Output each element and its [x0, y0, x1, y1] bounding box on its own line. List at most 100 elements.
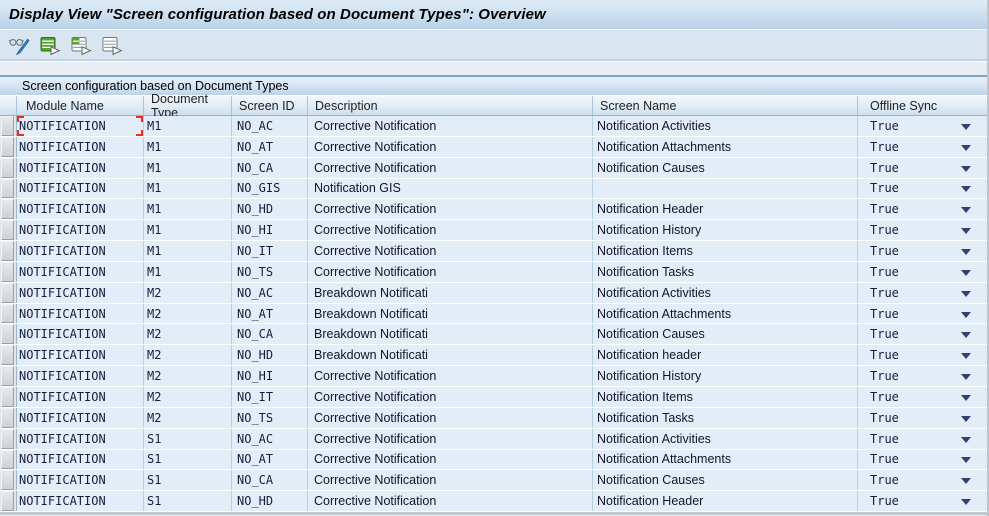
cell-screen-id[interactable]: NO_HD	[232, 199, 308, 219]
cell-description[interactable]: Breakdown Notificati	[308, 345, 593, 365]
cell-document-type[interactable]: M2	[144, 366, 232, 386]
deselect-all-icon[interactable]	[101, 35, 123, 57]
cell-module-name[interactable]: NOTIFICATION	[17, 470, 144, 490]
cell-screen-id[interactable]: NO_AC	[232, 283, 308, 303]
cell-description[interactable]: Corrective Notification	[308, 137, 593, 157]
cell-module-name[interactable]: NOTIFICATION	[17, 241, 144, 261]
cell-screen-name[interactable]: Notification Causes	[593, 470, 858, 490]
cell-module-name[interactable]: NOTIFICATION	[17, 158, 144, 178]
cell-document-type[interactable]: M1	[144, 116, 232, 136]
cell-offline-sync[interactable]: True	[858, 116, 987, 136]
cell-module-name[interactable]: NOTIFICATION	[17, 450, 144, 470]
row-selector[interactable]	[0, 158, 17, 178]
row-selector-button[interactable]	[1, 470, 14, 490]
chevron-down-icon[interactable]	[961, 312, 971, 318]
chevron-down-icon[interactable]	[961, 124, 971, 130]
column-header-screen-id[interactable]: Screen ID	[232, 96, 308, 115]
cell-description[interactable]: Corrective Notification	[308, 491, 593, 511]
chevron-down-icon[interactable]	[961, 249, 971, 255]
cell-offline-sync[interactable]: True	[858, 220, 987, 240]
cell-document-type[interactable]: M1	[144, 199, 232, 219]
row-selector-button[interactable]	[1, 241, 14, 261]
cell-screen-name[interactable]	[593, 179, 858, 199]
cell-module-name[interactable]: NOTIFICATION	[17, 262, 144, 282]
cell-screen-name[interactable]: Notification History	[593, 220, 858, 240]
cell-description[interactable]: Corrective Notification	[308, 116, 593, 136]
cell-screen-name[interactable]: Notification Items	[593, 241, 858, 261]
cell-offline-sync[interactable]: True	[858, 241, 987, 261]
cell-document-type[interactable]: M1	[144, 220, 232, 240]
row-selector[interactable]	[0, 324, 17, 344]
cell-document-type[interactable]: M2	[144, 387, 232, 407]
chevron-down-icon[interactable]	[961, 374, 971, 380]
cell-offline-sync[interactable]: True	[858, 450, 987, 470]
cell-module-name[interactable]: NOTIFICATION	[17, 387, 144, 407]
chevron-down-icon[interactable]	[961, 186, 971, 192]
cell-screen-name[interactable]: Notification Header	[593, 491, 858, 511]
row-selector-button[interactable]	[1, 345, 14, 365]
row-selector-button[interactable]	[1, 491, 14, 511]
row-selector[interactable]	[0, 408, 17, 428]
cell-document-type[interactable]: S1	[144, 491, 232, 511]
row-selector[interactable]	[0, 283, 17, 303]
cell-description[interactable]: Breakdown Notificati	[308, 304, 593, 324]
cell-document-type[interactable]: S1	[144, 450, 232, 470]
cell-offline-sync[interactable]: True	[858, 179, 987, 199]
cell-document-type[interactable]: M2	[144, 324, 232, 344]
cell-description[interactable]: Corrective Notification	[308, 450, 593, 470]
cell-module-name[interactable]: NOTIFICATION	[17, 116, 144, 136]
cell-description[interactable]: Corrective Notification	[308, 220, 593, 240]
chevron-down-icon[interactable]	[961, 416, 971, 422]
select-all-header[interactable]	[0, 96, 17, 115]
chevron-down-icon[interactable]	[961, 228, 971, 234]
cell-screen-id[interactable]: NO_AC	[232, 116, 308, 136]
cell-offline-sync[interactable]: True	[858, 137, 987, 157]
cell-screen-id[interactable]: NO_HI	[232, 366, 308, 386]
row-selector-button[interactable]	[1, 408, 14, 428]
cell-document-type[interactable]: S1	[144, 429, 232, 449]
cell-screen-name[interactable]: Notification Activities	[593, 116, 858, 136]
cell-document-type[interactable]: M1	[144, 262, 232, 282]
cell-description[interactable]: Corrective Notification	[308, 199, 593, 219]
row-selector-button[interactable]	[1, 262, 14, 282]
cell-module-name[interactable]: NOTIFICATION	[17, 491, 144, 511]
column-header-offline-sync[interactable]: Offline Sync	[858, 96, 987, 115]
cell-document-type[interactable]: M2	[144, 283, 232, 303]
cell-offline-sync[interactable]: True	[858, 408, 987, 428]
cell-module-name[interactable]: NOTIFICATION	[17, 429, 144, 449]
cell-offline-sync[interactable]: True	[858, 199, 987, 219]
display-change-icon[interactable]	[8, 35, 30, 57]
cell-screen-name[interactable]: Notification Tasks	[593, 262, 858, 282]
chevron-down-icon[interactable]	[961, 499, 971, 505]
cell-offline-sync[interactable]: True	[858, 491, 987, 511]
row-selector-button[interactable]	[1, 179, 14, 199]
chevron-down-icon[interactable]	[961, 270, 971, 276]
cell-screen-name[interactable]: Notification Attachments	[593, 304, 858, 324]
row-selector[interactable]	[0, 491, 17, 511]
chevron-down-icon[interactable]	[961, 437, 971, 443]
row-selector-button[interactable]	[1, 366, 14, 386]
chevron-down-icon[interactable]	[961, 207, 971, 213]
cell-screen-id[interactable]: NO_IT	[232, 387, 308, 407]
row-selector-button[interactable]	[1, 116, 14, 136]
row-selector[interactable]	[0, 241, 17, 261]
cell-offline-sync[interactable]: True	[858, 470, 987, 490]
cell-screen-name[interactable]: Notification header	[593, 345, 858, 365]
row-selector[interactable]	[0, 220, 17, 240]
cell-description[interactable]: Corrective Notification	[308, 158, 593, 178]
cell-module-name[interactable]: NOTIFICATION	[17, 408, 144, 428]
row-selector-button[interactable]	[1, 324, 14, 344]
cell-screen-id[interactable]: NO_AC	[232, 429, 308, 449]
cell-module-name[interactable]: NOTIFICATION	[17, 220, 144, 240]
column-header-module-name[interactable]: Module Name	[17, 96, 144, 115]
cell-screen-id[interactable]: NO_CA	[232, 324, 308, 344]
cell-screen-id[interactable]: NO_CA	[232, 158, 308, 178]
column-header-description[interactable]: Description	[308, 96, 593, 115]
cell-description[interactable]: Corrective Notification	[308, 366, 593, 386]
cell-module-name[interactable]: NOTIFICATION	[17, 199, 144, 219]
cell-screen-name[interactable]: Notification Causes	[593, 324, 858, 344]
cell-offline-sync[interactable]: True	[858, 345, 987, 365]
row-selector-button[interactable]	[1, 450, 14, 470]
cell-document-type[interactable]: M2	[144, 304, 232, 324]
cell-document-type[interactable]: M1	[144, 179, 232, 199]
